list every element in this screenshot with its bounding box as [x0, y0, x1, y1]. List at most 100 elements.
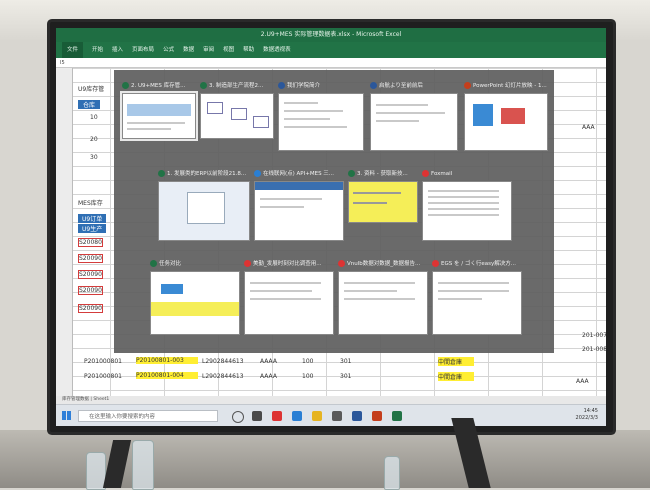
task-view-icon[interactable]	[252, 411, 262, 421]
window-thumbnail	[254, 181, 344, 241]
ribbon-tab-help[interactable]: 帮助	[243, 42, 254, 58]
row-lot: L2902844613	[202, 373, 244, 380]
switcher-window[interactable]: Vnulb数据对数据_数据报告...	[338, 258, 428, 336]
row-headers	[56, 68, 73, 396]
row-qty: 100	[302, 358, 314, 365]
excel-icon	[122, 82, 129, 89]
window-label: EGS を / ゴく行easy解决方...	[432, 258, 522, 270]
u9-label: U9订单	[78, 214, 107, 223]
name-box[interactable]: I5	[60, 60, 65, 66]
word-taskbar-icon[interactable]	[352, 411, 362, 421]
red-code-cell: S20080	[78, 238, 103, 247]
switcher-window[interactable]: Foxmail	[422, 168, 512, 242]
window-label: 在线联网(点) API+MES 三...	[254, 168, 344, 180]
window-switcher: 2. U9+MES 库存管... 3. 制造部生产流程2... 我们学院简介 启…	[114, 70, 554, 353]
col-value: 30	[90, 154, 98, 161]
switcher-window[interactable]: 3. 资料 - 获取新技...	[348, 168, 418, 228]
word-icon	[370, 82, 377, 89]
ribbon-tab-data[interactable]: 数据	[183, 42, 194, 58]
row-status: 中間倉庫	[438, 357, 474, 366]
header-cell-warehouse: 仓库	[78, 100, 101, 109]
ribbon-tab-formula[interactable]: 公式	[163, 42, 174, 58]
row-qty: 100	[302, 373, 314, 380]
right-code-cell: 201-007	[582, 332, 606, 339]
switcher-window[interactable]: 我们学院简介	[278, 80, 364, 152]
window-label: 2. U9+MES 库存管...	[122, 80, 196, 92]
excel-icon	[158, 170, 165, 177]
app-taskbar-icon[interactable]	[332, 411, 342, 421]
window-label: 我们学院简介	[278, 80, 364, 92]
switcher-window[interactable]: 2. U9+MES 库存管...	[120, 80, 198, 152]
window-thumbnail	[338, 271, 428, 335]
cortana-icon[interactable]	[232, 411, 244, 423]
ribbon-tab-home[interactable]: 开始	[92, 42, 103, 58]
window-thumbnail	[464, 93, 548, 151]
section-label-u9: U9库存管	[78, 86, 105, 93]
sheet-tabs[interactable]: 库存管理数据 | Sheet1	[56, 396, 606, 404]
row-grade: AAAA	[260, 358, 277, 365]
row-code: P201000801	[84, 373, 122, 380]
window-thumbnail	[348, 181, 418, 223]
switcher-window[interactable]: 任务对比	[150, 258, 240, 336]
window-thumbnail	[120, 91, 198, 141]
ribbon-tab-view[interactable]: 视图	[223, 42, 234, 58]
excel-icon	[200, 82, 207, 89]
red-code-cell: S20090	[78, 270, 103, 279]
switcher-window[interactable]: 3. 制造部生产流程2...	[200, 80, 274, 152]
window-thumbnail	[370, 93, 458, 151]
edge-taskbar-icon[interactable]	[292, 411, 302, 421]
window-label: 3. 资料 - 获取新技...	[348, 168, 418, 180]
window-label: 1. 发展类的ERP以前阶段21.8...	[158, 168, 250, 180]
taskbar-clock[interactable]: 14:45 2022/3/3	[576, 408, 598, 422]
switcher-window[interactable]: PowerPoint 幻灯片放映 - 1...	[464, 80, 548, 152]
foxmail-taskbar-icon[interactable]	[272, 411, 282, 421]
excel-icon	[348, 170, 355, 177]
row-grade: AAAA	[260, 373, 277, 380]
window-label: 美勤_发展时刻对比调查用...	[244, 258, 334, 270]
foxmail-icon	[422, 170, 429, 177]
switcher-window[interactable]: 启航より至前前后	[370, 80, 458, 152]
aaa-cell: AAA	[576, 378, 589, 385]
row-code: P201000801	[84, 358, 122, 365]
row-order: P20100801-003	[136, 357, 198, 364]
word-icon	[278, 82, 285, 89]
ribbon-tab-review[interactable]: 审阅	[203, 42, 214, 58]
ppt-icon	[464, 82, 471, 89]
ribbon-tab-insert[interactable]: 插入	[112, 42, 123, 58]
window-thumbnail	[158, 181, 250, 241]
windows-start-icon[interactable]	[62, 411, 71, 420]
window-thumbnail	[200, 93, 274, 139]
ribbon-tab-layout[interactable]: 页面布局	[132, 42, 154, 58]
red-code-cell: S20090	[78, 254, 103, 263]
formula-bar[interactable]: I5	[56, 58, 606, 68]
row-order: P20100801-004	[136, 372, 198, 379]
excel-icon	[150, 260, 157, 267]
window-label: Foxmail	[422, 168, 512, 180]
taskbar-search-input[interactable]: 在这里输入你要搜索的内容	[78, 410, 218, 422]
foxmail-icon	[432, 260, 439, 267]
folder-taskbar-icon[interactable]	[312, 411, 322, 421]
foxmail-icon	[338, 260, 345, 267]
row-status: 中間倉庫	[438, 372, 474, 381]
section-label-mes: MES库存	[78, 200, 103, 207]
switcher-window[interactable]: 美勤_发展时刻对比调查用...	[244, 258, 334, 336]
edge-icon	[254, 170, 261, 177]
switcher-window[interactable]: 在线联网(点) API+MES 三...	[254, 168, 344, 242]
excel-ribbon: 文件 开始 插入 页面布局 公式 数据 审阅 视图 帮助 数据透视表	[56, 42, 606, 58]
red-code-cell: S20090	[78, 286, 103, 295]
window-label: PowerPoint 幻灯片放映 - 1...	[464, 80, 548, 92]
right-code-cell: 201-008	[582, 346, 606, 353]
row-loc: 301	[340, 373, 352, 380]
col-value: 20	[90, 136, 98, 143]
u9-label: U9生产	[78, 224, 107, 233]
excel-taskbar-icon[interactable]	[392, 411, 402, 421]
window-thumbnail	[278, 93, 364, 151]
col-value: 10	[90, 114, 98, 121]
row-loc: 301	[340, 358, 352, 365]
window-thumbnail	[432, 271, 522, 335]
switcher-window[interactable]: 1. 发展类的ERP以前阶段21.8...	[158, 168, 250, 242]
ribbon-tab-pivot[interactable]: 数据透视表	[263, 42, 291, 58]
ribbon-tab-file[interactable]: 文件	[62, 42, 84, 58]
ppt-taskbar-icon[interactable]	[372, 411, 382, 421]
switcher-window[interactable]: EGS を / ゴく行easy解决方...	[432, 258, 522, 336]
